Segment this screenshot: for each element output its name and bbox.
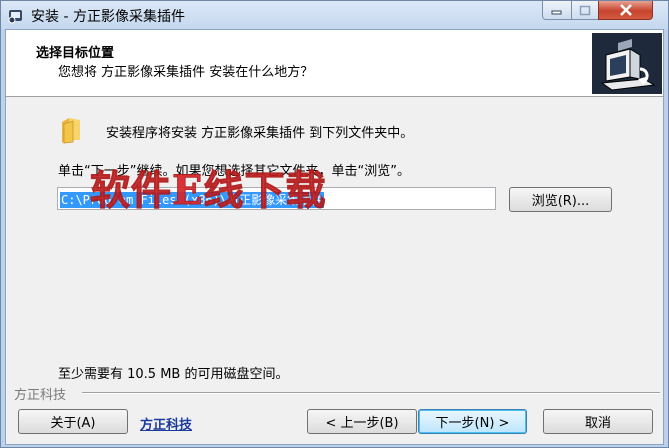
- about-button[interactable]: 关于(A): [18, 409, 128, 434]
- footer-divider: [82, 392, 660, 394]
- instruction-text: 单击“下一步”继续。如果您想选择其它文件夹，单击“浏览”。: [58, 164, 410, 179]
- folder-icon: [62, 118, 80, 144]
- brand-label: 方正科技: [14, 388, 67, 403]
- install-info-text: 安装程序将安装 方正影像采集插件 到下列文件夹中。: [106, 126, 414, 141]
- wizard-client-area: 选择目标位置 您想将 方正影像采集插件 安装在什么地方？ 安装程序将安装 方正影…: [5, 29, 664, 445]
- close-icon: [619, 4, 632, 16]
- back-button[interactable]: < 上一步(B): [307, 409, 417, 434]
- cancel-button[interactable]: 取消: [543, 409, 653, 434]
- minimize-icon: [551, 10, 562, 15]
- browse-button[interactable]: 浏览(R)...: [509, 187, 612, 212]
- destination-path-value: C:\Program Files (x86)\方正影像采集插件: [60, 192, 325, 208]
- next-button[interactable]: 下一步(N) >: [418, 409, 527, 434]
- install-computer-icon: [592, 33, 662, 94]
- title-bar[interactable]: 安装 - 方正影像采集插件: [1, 1, 668, 29]
- window-title: 安装 - 方正影像采集插件: [31, 9, 185, 25]
- wizard-header: 选择目标位置 您想将 方正影像采集插件 安装在什么地方？: [6, 30, 663, 97]
- destination-path-input[interactable]: C:\Program Files (x86)\方正影像采集插件: [57, 187, 496, 210]
- disk-space-text: 至少需要有 10.5 MB 的可用磁盘空间。: [58, 367, 289, 382]
- page-subtitle: 您想将 方正影像采集插件 安装在什么地方？: [58, 65, 314, 80]
- installer-window: 安装 - 方正影像采集插件 选择目标位置 您想将 方正影像采集插件 安装在什么地…: [0, 0, 669, 448]
- maximize-button[interactable]: [571, 1, 599, 20]
- close-button[interactable]: [598, 1, 653, 20]
- minimize-button[interactable]: [542, 1, 572, 20]
- brand-link[interactable]: 方正科技: [140, 414, 192, 433]
- maximize-icon: [579, 5, 591, 15]
- page-title: 选择目标位置: [36, 46, 115, 61]
- installer-icon: [8, 10, 22, 24]
